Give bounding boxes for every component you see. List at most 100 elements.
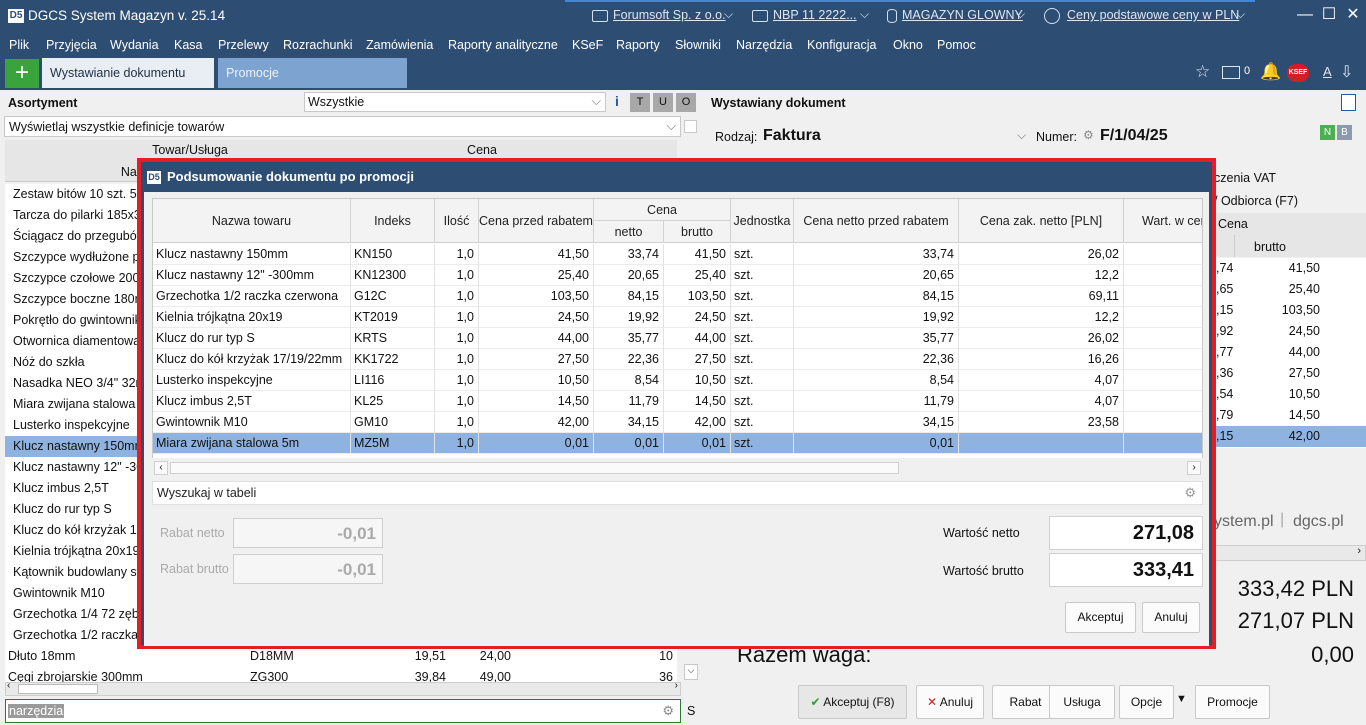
tab-wystawianie[interactable]: Wystawianie dokumentu: [42, 58, 214, 88]
type-t-button[interactable]: T: [630, 93, 650, 112]
company-link[interactable]: Forumsoft Sp. z o.o.: [613, 8, 726, 22]
chevron-left-icon[interactable]: ‹: [154, 461, 168, 475]
dropdown-arrow-icon[interactable]: ▼: [1176, 693, 1187, 705]
promocje-button[interactable]: Promocje: [1195, 685, 1270, 719]
monitor-icon[interactable]: [1222, 66, 1240, 79]
cancel-document-button[interactable]: ✕ Anuluj: [916, 685, 984, 719]
nbp-link[interactable]: NBP 11 2222...: [773, 8, 857, 22]
menu-rozrachunki[interactable]: Rozrachunki: [283, 38, 352, 52]
document-title: Wystawiany dokument: [711, 96, 846, 110]
menu-pomoc[interactable]: Pomoc: [937, 38, 976, 52]
add-icon[interactable]: +: [5, 59, 39, 88]
header-purchase-netto[interactable]: Cena zak. netto [PLN]: [959, 199, 1124, 243]
menu-wydania[interactable]: Wydania: [110, 38, 159, 52]
summary-cell-index: KK1722: [354, 349, 435, 370]
chevron-down-icon[interactable]: ⌵: [724, 7, 733, 22]
definitions-select[interactable]: Wyświetlaj wszystkie definicje towarów ⌵: [4, 116, 681, 137]
font-size-icon[interactable]: A: [1323, 64, 1332, 79]
header-brutto[interactable]: brutto: [664, 221, 731, 243]
search-mode-label[interactable]: S: [687, 704, 695, 718]
header-qty[interactable]: Ilość: [435, 199, 479, 243]
bottom-row-name[interactable]: Dłuto 18mm: [8, 646, 248, 667]
tab-promocje[interactable]: Promocje: [218, 58, 407, 88]
chevron-right-icon[interactable]: ›: [1187, 461, 1201, 475]
scrollbar-thumb[interactable]: [18, 684, 98, 694]
summary-cell-netto: 11,79: [594, 391, 664, 412]
menu-przyjecia[interactable]: Przyjęcia: [46, 38, 97, 52]
definitions-checkbox[interactable]: [684, 120, 697, 133]
header-value[interactable]: Wart. w cen: [1124, 199, 1202, 243]
header-price-before[interactable]: Cena przed rabatem: [479, 199, 594, 243]
accept-button[interactable]: Akceptuj: [1065, 602, 1136, 633]
gear-icon[interactable]: ⚙: [1083, 128, 1094, 142]
summary-cell-brutto: 27,50: [664, 349, 731, 370]
table-search-input[interactable]: Wyszukaj w tabeli ⚙: [152, 481, 1203, 505]
summary-cell-name: Miara zwijana stalowa 5m: [156, 433, 351, 454]
group-header-towar: Towar/Usługa: [152, 143, 228, 157]
pdf-icon[interactable]: [1341, 94, 1356, 111]
chevron-left-icon[interactable]: ‹: [7, 680, 10, 691]
close-icon[interactable]: ✕: [1342, 4, 1364, 26]
bell-icon[interactable]: 🔔: [1260, 62, 1281, 82]
menu-slowniki[interactable]: Słowniki: [675, 38, 721, 52]
summary-horizontal-scrollbar[interactable]: ‹ ›: [152, 458, 1203, 475]
summary-cell-name: Grzechotka 1/2 raczka czerwona: [156, 286, 351, 307]
summary-cell-qty: 1,0: [435, 286, 479, 307]
summary-cell-brutto: 42,00: [664, 412, 731, 433]
rodzaj-value[interactable]: Faktura: [763, 127, 821, 145]
minimize-icon[interactable]: —: [1294, 4, 1316, 26]
cancel-button[interactable]: Anuluj: [1142, 602, 1200, 633]
header-netto-before[interactable]: Cena netto przed rabatem: [794, 199, 959, 243]
menu-zamowienia[interactable]: Zamówienia: [366, 38, 433, 52]
header-netto[interactable]: netto: [594, 221, 664, 243]
chevron-down-icon[interactable]: ⌵: [1016, 7, 1025, 22]
summary-cell-qty: 1,0: [435, 433, 479, 454]
menu-kasa[interactable]: Kasa: [174, 38, 203, 52]
menu-przelewy[interactable]: Przelewy: [218, 38, 269, 52]
chevron-down-icon[interactable]: ⌵: [667, 119, 676, 134]
chevron-down-icon[interactable]: ⌵: [592, 94, 601, 109]
maximize-icon[interactable]: ☐: [1318, 4, 1340, 26]
chevron-right-icon[interactable]: ›: [1357, 545, 1361, 557]
assortment-search-input[interactable]: narzędzia ⚙: [5, 699, 681, 723]
ksef-icon[interactable]: KSEF: [1287, 64, 1309, 82]
chevron-down-icon[interactable]: ⌵: [1017, 128, 1026, 143]
usluga-button[interactable]: Usługa: [1049, 685, 1115, 719]
menu-plik[interactable]: Plik: [9, 38, 29, 52]
accept-document-button[interactable]: ✔ Akceptuj (F8): [798, 685, 907, 719]
badge-n[interactable]: N: [1320, 125, 1335, 140]
menu-narzedzia[interactable]: Narzędzia: [736, 38, 792, 52]
header-unit[interactable]: Jednostka: [731, 199, 794, 243]
star-icon[interactable]: ☆: [1195, 62, 1210, 82]
menu-okno[interactable]: Okno: [893, 38, 923, 52]
header-name[interactable]: Nazwa towaru: [153, 199, 351, 243]
type-u-button[interactable]: U: [653, 93, 673, 112]
menu-konfiguracja[interactable]: Konfiguracja: [807, 38, 877, 52]
gear-icon[interactable]: ⚙: [1184, 485, 1196, 501]
type-o-button[interactable]: O: [676, 93, 696, 112]
badge-b[interactable]: B: [1337, 125, 1352, 140]
summary-scrollbar-thumb[interactable]: [170, 462, 899, 474]
assortment-filter-select[interactable]: Wszystkie ⌵: [304, 92, 606, 112]
chevron-down-icon[interactable]: ⌵: [860, 7, 869, 22]
horizontal-scrollbar[interactable]: ‹ ›: [5, 680, 681, 696]
summary-cell-name: Klucz do rur typ S: [156, 328, 351, 349]
chevron-down-icon[interactable]: ⌵: [1236, 7, 1245, 22]
opcje-button[interactable]: Opcje: [1119, 685, 1174, 719]
document-scrollbar[interactable]: ›: [1214, 545, 1366, 561]
summary-cell-qty: 1,0: [435, 391, 479, 412]
gear-icon[interactable]: ⚙: [662, 703, 674, 719]
menu-raporty[interactable]: Raporty: [616, 38, 660, 52]
menu-ksef[interactable]: KSeF: [572, 38, 603, 52]
scroll-icon[interactable]: ⇩: [1340, 62, 1353, 82]
prices-link[interactable]: Ceny podstawowe ceny w PLN: [1067, 8, 1239, 22]
odbiorca-text[interactable]: / Odbiorca (F7): [1214, 194, 1298, 208]
summary-cell-before: 24,50: [479, 307, 594, 328]
header-index[interactable]: Indeks: [351, 199, 435, 243]
chevron-right-icon[interactable]: ›: [675, 680, 678, 691]
dialog-title: Podsumowanie dokumentu po promocji: [167, 169, 415, 184]
chevron-down-icon[interactable]: ⌵: [684, 664, 698, 680]
warehouse-link[interactable]: MAGAZYN GLOWNY: [902, 8, 1023, 22]
info-icon[interactable]: i: [615, 93, 619, 109]
menu-raporty-analityczne[interactable]: Raporty analityczne: [448, 38, 558, 52]
